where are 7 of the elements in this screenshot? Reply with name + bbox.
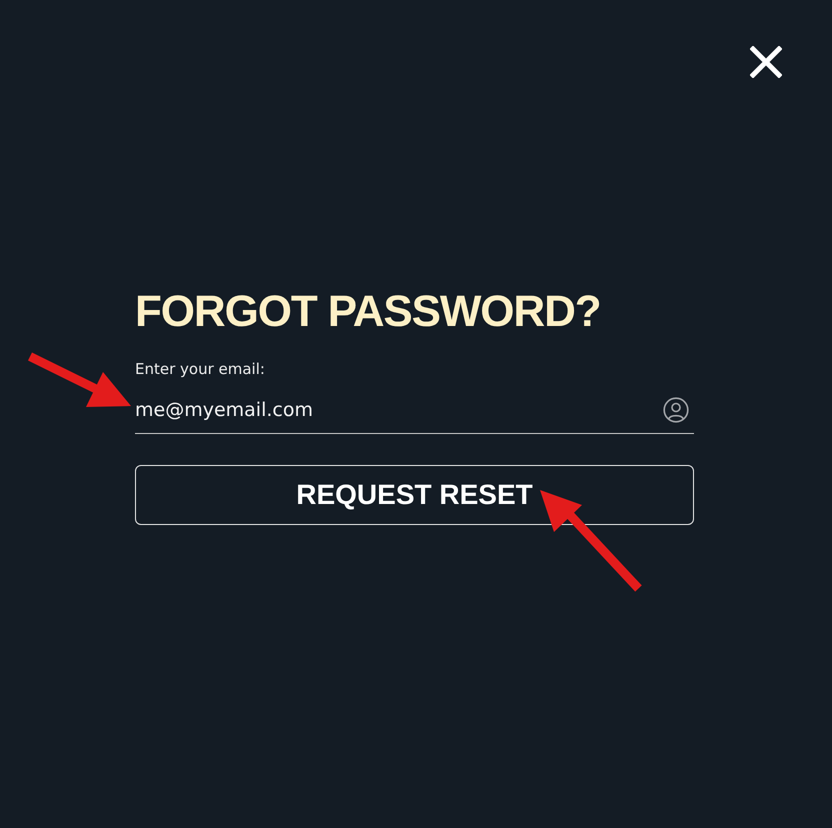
close-icon [750, 46, 782, 78]
email-field[interactable]: me@myemail.com [135, 386, 694, 434]
request-reset-button[interactable]: REQUEST RESET [135, 465, 694, 525]
close-button[interactable] [750, 46, 782, 78]
email-label: Enter your email: [135, 359, 265, 379]
user-icon [663, 396, 689, 422]
page-title: FORGOT PASSWORD? [135, 290, 601, 334]
